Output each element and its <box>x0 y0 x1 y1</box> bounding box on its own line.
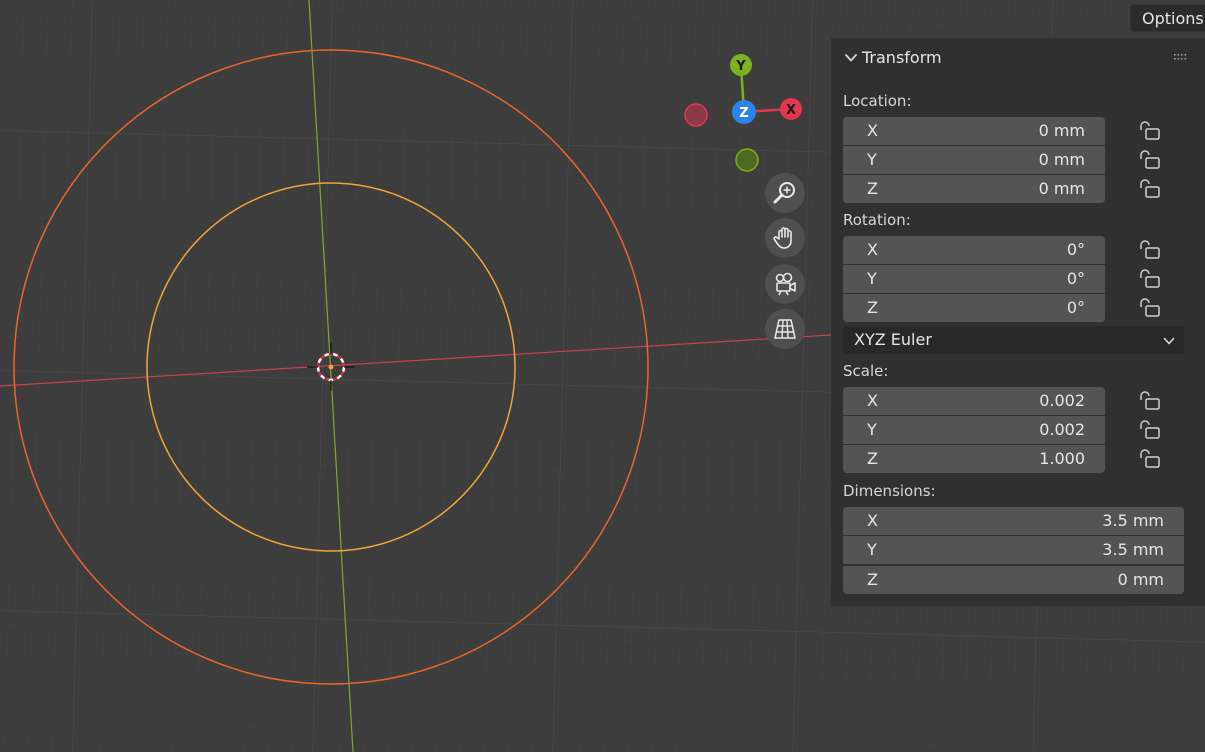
lock-scale-x-icon[interactable] <box>1138 391 1162 411</box>
axis-label: Y <box>867 150 877 169</box>
axis-label: X <box>867 511 878 530</box>
zoom-button[interactable] <box>765 173 805 213</box>
rotation-y-field[interactable]: Y 0° <box>843 265 1105 293</box>
camera-icon <box>775 272 796 296</box>
axis-label: Y <box>867 420 877 439</box>
axis-label: Y <box>867 540 877 559</box>
scale-x-field[interactable]: X 0.002 <box>843 387 1105 415</box>
location-x-field[interactable]: X 0 mm <box>843 117 1105 145</box>
axis-label: X <box>867 391 878 410</box>
rotation-label: Rotation: <box>843 211 911 229</box>
gizmo-x-label: X <box>786 103 796 118</box>
gizmo-y-label: Y <box>735 59 746 74</box>
lock-location-y-icon[interactable] <box>1138 150 1162 170</box>
field-value: 0.002 <box>1039 391 1085 410</box>
lock-scale-z-icon[interactable] <box>1138 449 1162 469</box>
axis-label: X <box>867 121 878 140</box>
axis-label: Z <box>867 298 878 317</box>
field-value: 0.002 <box>1039 420 1085 439</box>
axis-label: Z <box>867 179 878 198</box>
lock-location-x-icon[interactable] <box>1138 121 1162 141</box>
lock-rotation-z-icon[interactable] <box>1138 298 1162 318</box>
field-value: 1.000 <box>1039 449 1085 468</box>
drag-grip-icon[interactable] <box>1173 52 1187 62</box>
field-value: 3.5 mm <box>1102 511 1164 530</box>
rotation-mode-value: XYZ Euler <box>854 330 932 349</box>
field-value: 0° <box>1066 269 1085 288</box>
gizmo-neg-x-handle[interactable] <box>684 103 708 127</box>
rotation-x-field[interactable]: X 0° <box>843 236 1105 264</box>
field-value: 0° <box>1066 240 1085 259</box>
rotation-z-field[interactable]: Z 0° <box>843 294 1105 322</box>
axis-label: X <box>867 240 878 259</box>
lock-scale-y-icon[interactable] <box>1138 420 1162 440</box>
hand-pan-icon <box>773 227 792 249</box>
chevron-down-icon <box>1163 337 1175 345</box>
lock-rotation-y-icon[interactable] <box>1138 269 1162 289</box>
dimensions-z-field[interactable]: Z 0 mm <box>843 566 1184 594</box>
dimensions-y-field[interactable]: Y 3.5 mm <box>843 536 1184 564</box>
chevron-down-icon[interactable] <box>843 50 859 66</box>
field-value: 0° <box>1066 298 1085 317</box>
perspective-toggle-button[interactable] <box>765 309 805 349</box>
location-z-field[interactable]: Z 0 mm <box>843 175 1105 203</box>
zoom-icon <box>773 182 795 204</box>
camera-view-button[interactable] <box>765 264 805 304</box>
perspective-grid-icon <box>774 319 796 339</box>
dimensions-label: Dimensions: <box>843 482 936 500</box>
lock-rotation-x-icon[interactable] <box>1138 240 1162 260</box>
scale-label: Scale: <box>843 362 889 380</box>
panel-title: Transform <box>862 48 942 67</box>
field-value: 0 mm <box>1038 121 1085 140</box>
scale-y-field[interactable]: Y 0.002 <box>843 416 1105 444</box>
options-button[interactable]: Options <box>1130 4 1205 32</box>
gizmo-neg-y-handle[interactable] <box>735 148 759 172</box>
axis-label: Z <box>867 449 878 468</box>
scale-z-field[interactable]: Z 1.000 <box>843 445 1105 473</box>
gizmo-z-label: Z <box>739 106 748 121</box>
field-value: 0 mm <box>1038 179 1085 198</box>
transform-panel-header[interactable]: Transform <box>831 38 1205 78</box>
lock-location-z-icon[interactable] <box>1138 179 1162 199</box>
axis-label: Z <box>867 570 878 589</box>
field-value: 3.5 mm <box>1102 540 1164 559</box>
axis-label: Y <box>867 269 877 288</box>
location-y-field[interactable]: Y 0 mm <box>843 146 1105 174</box>
field-value: 0 mm <box>1038 150 1085 169</box>
dimensions-x-field[interactable]: X 3.5 mm <box>843 507 1184 535</box>
location-label: Location: <box>843 92 912 110</box>
pan-button[interactable] <box>765 218 805 258</box>
field-value: 0 mm <box>1117 570 1164 589</box>
rotation-mode-dropdown[interactable]: XYZ Euler <box>843 326 1184 354</box>
